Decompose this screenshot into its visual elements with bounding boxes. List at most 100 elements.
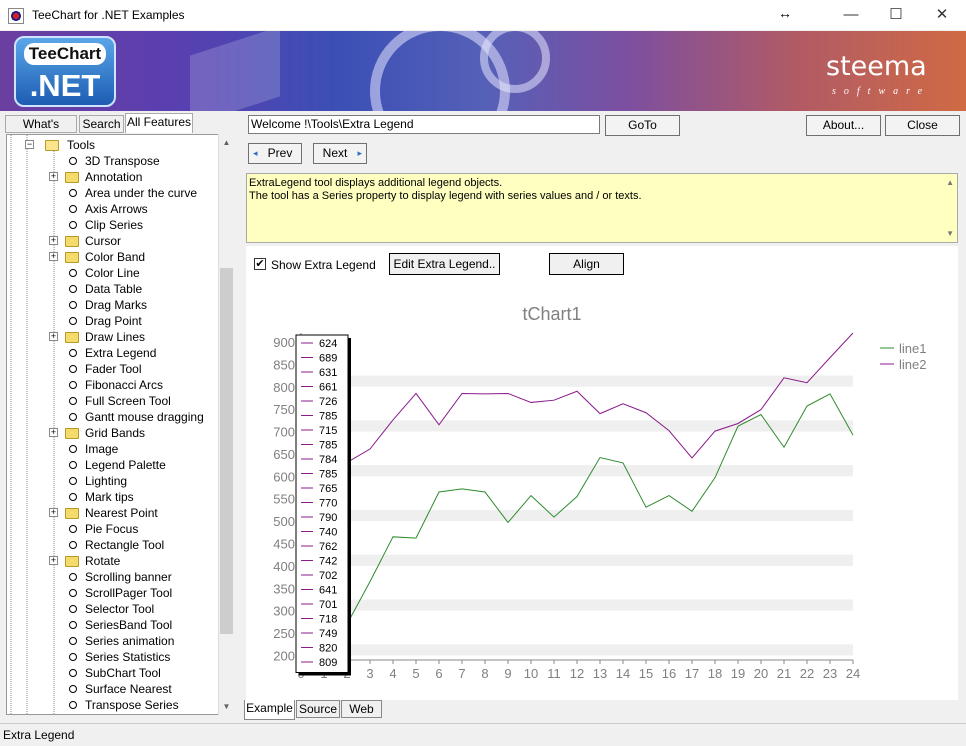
tree-item[interactable]: Data Table — [7, 281, 217, 297]
align-button[interactable]: Align — [549, 253, 624, 275]
tree-item[interactable]: Surface Nearest — [7, 681, 217, 697]
minimize-button[interactable]: — — [828, 0, 874, 30]
maximize-button[interactable]: ☐ — [873, 0, 919, 30]
expand-icon[interactable]: + — [49, 428, 58, 437]
tree-item-label: Drag Point — [85, 314, 142, 328]
tree-item[interactable]: Selector Tool — [7, 601, 217, 617]
tree-item[interactable]: Series Statistics — [7, 649, 217, 665]
tree-item-label: Drag Marks — [85, 298, 148, 312]
tab-example[interactable]: Example — [244, 700, 295, 720]
expand-icon[interactable]: + — [49, 508, 58, 517]
tree-item[interactable]: Transpose Series — [7, 697, 217, 713]
tree-item[interactable]: Extra Legend — [7, 345, 217, 361]
tree-item[interactable]: Pie Focus — [7, 521, 217, 537]
extra-legend-value: 784 — [319, 454, 337, 466]
x-tick-label: 13 — [593, 666, 607, 681]
tab-all-features[interactable]: All Features — [125, 113, 193, 133]
expand-icon[interactable]: + — [49, 252, 58, 261]
x-tick-label: 15 — [639, 666, 653, 681]
chart[interactable]: 200 250 300 350 400 450 500 550 600 650 700 750 800 8… — [246, 290, 958, 700]
series-line-line1[interactable] — [301, 393, 854, 661]
show-extra-legend-label[interactable]: Show Extra Legend — [271, 258, 376, 272]
path-field[interactable]: Welcome !\Tools\Extra Legend — [248, 115, 600, 134]
y-tick-label: 650 — [273, 447, 295, 462]
tree-item[interactable]: Legend Palette — [7, 457, 217, 473]
tree-item[interactable]: Clip Series — [7, 217, 217, 233]
tree-item[interactable]: Image — [7, 441, 217, 457]
leaf-circle-icon — [69, 477, 77, 485]
tree-item-label: Clip Series — [85, 218, 144, 232]
tab-source[interactable]: Source — [296, 700, 340, 718]
leaf-circle-icon — [69, 397, 77, 405]
tree-item[interactable]: Fader Tool — [7, 361, 217, 377]
tab-whats-new[interactable]: What's New? — [5, 115, 77, 147]
desc-scroll-down-icon[interactable]: ▼ — [946, 227, 954, 240]
tree-item[interactable]: Lighting — [7, 473, 217, 489]
tree-item[interactable]: + Annotation — [7, 169, 217, 185]
tree-item[interactable]: + Draw Lines — [7, 329, 217, 345]
tree-item[interactable]: + Rotate — [7, 553, 217, 569]
y-tick-label: 700 — [273, 425, 295, 440]
tree-item-label: Axis Arrows — [85, 202, 148, 216]
leaf-circle-icon — [69, 589, 77, 597]
goto-button[interactable]: GoTo — [605, 115, 680, 136]
tree-item-label: Transpose Series — [85, 698, 179, 712]
tree-item[interactable]: Full Screen Tool — [7, 393, 217, 409]
close-button[interactable]: Close — [885, 115, 960, 136]
about-button[interactable]: About... — [806, 115, 881, 136]
scroll-down-icon[interactable]: ▼ — [218, 702, 235, 711]
tree-item-label: Series animation — [85, 634, 175, 648]
tree-item[interactable]: + Nearest Point — [7, 505, 217, 521]
y-tick-label: 900 — [273, 335, 295, 350]
tree-item[interactable]: Mark tips — [7, 489, 217, 505]
tree-item[interactable]: SubChart Tool — [7, 665, 217, 681]
tab-web[interactable]: Web — [341, 700, 382, 718]
extra-legend-value: 770 — [319, 498, 337, 510]
tree-item[interactable]: SeriesBand Tool — [7, 617, 217, 633]
tab-search[interactable]: Search — [79, 115, 124, 133]
show-extra-legend-checkbox[interactable]: ✔ — [254, 258, 266, 270]
x-tick-label: 17 — [685, 666, 699, 681]
leaf-circle-icon — [69, 381, 77, 389]
tree-item[interactable]: Drag Point — [7, 313, 217, 329]
expand-icon[interactable]: + — [49, 172, 58, 181]
tree-item-label: Color Line — [85, 266, 140, 280]
desc-scroll-up-icon[interactable]: ▲ — [946, 176, 954, 189]
y-tick-label: 250 — [273, 626, 295, 641]
tree-scroll-thumb[interactable] — [220, 268, 233, 634]
tree-item-label: ScrollPager Tool — [85, 586, 173, 600]
close-window-button[interactable]: ✕ — [919, 0, 965, 30]
tree-item-tools[interactable]: − Tools — [7, 137, 217, 153]
leaf-circle-icon — [69, 541, 77, 549]
prev-button[interactable]: ◂ Prev — [248, 143, 302, 164]
tree-item[interactable]: 3D Transpose — [7, 153, 217, 169]
scroll-up-icon[interactable]: ▲ — [218, 138, 235, 147]
tree-item[interactable]: Drag Marks — [7, 297, 217, 313]
tree-item[interactable]: Color Line — [7, 265, 217, 281]
collapse-icon[interactable]: − — [25, 140, 34, 149]
tree-item[interactable]: Rectangle Tool — [7, 537, 217, 553]
edit-extra-legend-button[interactable]: Edit Extra Legend.. — [389, 253, 500, 275]
y-tick-label: 450 — [273, 537, 295, 552]
tree-item[interactable]: Series animation — [7, 633, 217, 649]
tree-item[interactable]: Gantt mouse dragging — [7, 409, 217, 425]
leaf-circle-icon — [69, 157, 77, 165]
tree-item[interactable]: + Cursor — [7, 233, 217, 249]
expand-icon[interactable]: + — [49, 556, 58, 565]
tree-item[interactable]: Axis Arrows — [7, 201, 217, 217]
next-button[interactable]: Next ▸ — [313, 143, 367, 164]
extra-legend-value: 785 — [319, 440, 337, 452]
tree-item[interactable]: + Color Band — [7, 249, 217, 265]
tree-item[interactable]: + Grid Bands — [7, 425, 217, 441]
tree-item[interactable]: Fibonacci Arcs — [7, 377, 217, 393]
x-tick-label: 11 — [547, 666, 561, 681]
tree-item[interactable]: ScrollPager Tool — [7, 585, 217, 601]
description-box[interactable]: ExtraLegend tool displays additional leg… — [246, 173, 958, 243]
expand-icon[interactable]: + — [49, 236, 58, 245]
x-tick-label: 9 — [504, 666, 511, 681]
x-tick-label: 14 — [616, 666, 630, 681]
tree-item[interactable]: Scrolling banner — [7, 569, 217, 585]
leaf-circle-icon — [69, 189, 77, 197]
expand-icon[interactable]: + — [49, 332, 58, 341]
tree-item[interactable]: Area under the curve — [7, 185, 217, 201]
